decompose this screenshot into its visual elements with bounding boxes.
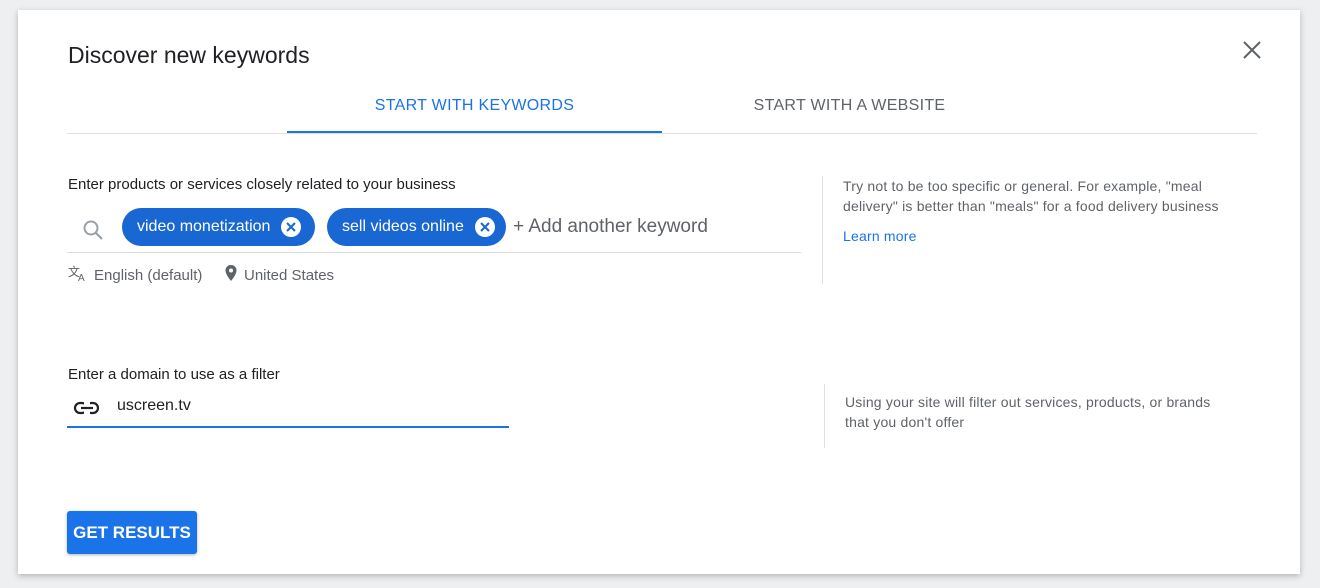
keyword-chip: sell videos online <box>327 208 506 246</box>
keywords-hint-text: Try not to be too specific or general. F… <box>843 178 1219 214</box>
close-icon[interactable] <box>1240 38 1264 62</box>
keywords-input-row[interactable]: video monetization sell videos online <box>67 208 801 253</box>
get-results-button[interactable]: GET RESULTS <box>67 511 197 554</box>
tab-bar: START WITH KEYWORDS START WITH A WEBSITE <box>67 80 1257 134</box>
search-icon <box>81 218 105 247</box>
keyword-chip: video monetization <box>122 208 315 246</box>
domain-field[interactable] <box>67 394 509 428</box>
domain-label: Enter a domain to use as a filter <box>68 366 280 383</box>
remove-chip-icon[interactable] <box>474 217 495 237</box>
language-selector[interactable]: 文A English (default) <box>68 264 202 286</box>
language-value: English (default) <box>94 266 203 284</box>
tab-start-with-keywords[interactable]: START WITH KEYWORDS <box>287 80 662 133</box>
keyword-chip-label: sell videos online <box>342 218 464 235</box>
learn-more-link[interactable]: Learn more <box>843 226 1233 246</box>
discover-keywords-dialog: Discover new keywords START WITH KEYWORD… <box>18 10 1300 574</box>
link-icon <box>73 399 101 422</box>
dialog-title: Discover new keywords <box>68 42 310 68</box>
tab-start-with-website[interactable]: START WITH A WEBSITE <box>662 80 1037 132</box>
domain-hint-text: Using your site will filter out services… <box>845 394 1211 430</box>
domain-input[interactable] <box>117 397 497 415</box>
keywords-label: Enter products or services closely relat… <box>68 176 456 193</box>
keyword-chip-label: video monetization <box>137 218 271 235</box>
svg-text:A: A <box>78 273 85 282</box>
add-keyword-input[interactable] <box>513 216 793 238</box>
location-selector[interactable]: United States <box>224 264 334 286</box>
remove-chip-icon[interactable] <box>281 217 302 237</box>
location-pin-icon <box>224 264 238 286</box>
keywords-hint: Try not to be too specific or general. F… <box>822 176 1233 284</box>
translate-icon: 文A <box>68 264 88 286</box>
domain-hint: Using your site will filter out services… <box>824 384 1225 448</box>
location-value: United States <box>244 266 335 284</box>
